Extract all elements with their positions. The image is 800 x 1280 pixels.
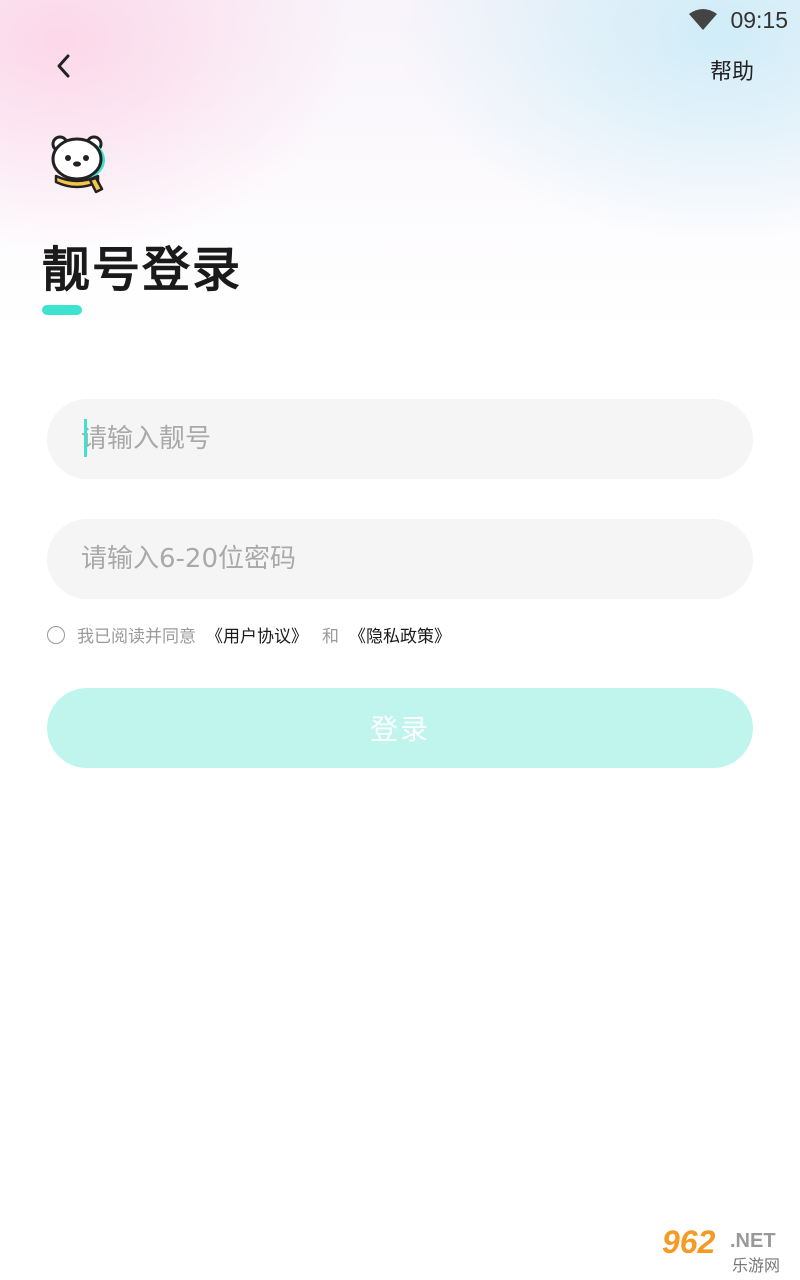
status-bar: 09:15 <box>688 0 800 40</box>
help-button[interactable]: 帮助 <box>710 54 754 86</box>
agreement-row: 我已阅读并同意 《用户协议》 和 《隐私政策》 <box>47 622 451 647</box>
agreement-checkbox[interactable] <box>47 625 65 644</box>
account-input[interactable] <box>81 424 719 454</box>
watermark-number: 962 <box>662 1224 716 1260</box>
watermark-name: 乐游网 <box>732 1256 781 1275</box>
account-field[interactable] <box>47 399 753 479</box>
privacy-policy-link[interactable]: 《隐私政策》 <box>349 622 451 647</box>
title-underline <box>42 305 82 315</box>
password-input[interactable] <box>81 544 719 574</box>
back-button[interactable] <box>44 46 84 86</box>
agreement-and: 和 <box>322 627 339 647</box>
chevron-left-icon <box>57 54 70 78</box>
watermark-logo: 962 .NET 乐游网 <box>654 1224 794 1275</box>
password-field[interactable] <box>47 519 753 599</box>
watermark-domain: .NET <box>730 1230 776 1252</box>
login-button[interactable]: 登录 <box>47 688 753 768</box>
text-caret <box>84 419 87 457</box>
page-title: 靓号登录 <box>42 242 243 298</box>
status-time: 09:15 <box>730 6 788 33</box>
user-agreement-link[interactable]: 《用户协议》 <box>206 622 308 647</box>
polar-bear-logo-icon <box>51 135 105 194</box>
wifi-icon <box>689 9 718 30</box>
agreement-text: 我已阅读并同意 <box>77 627 196 647</box>
